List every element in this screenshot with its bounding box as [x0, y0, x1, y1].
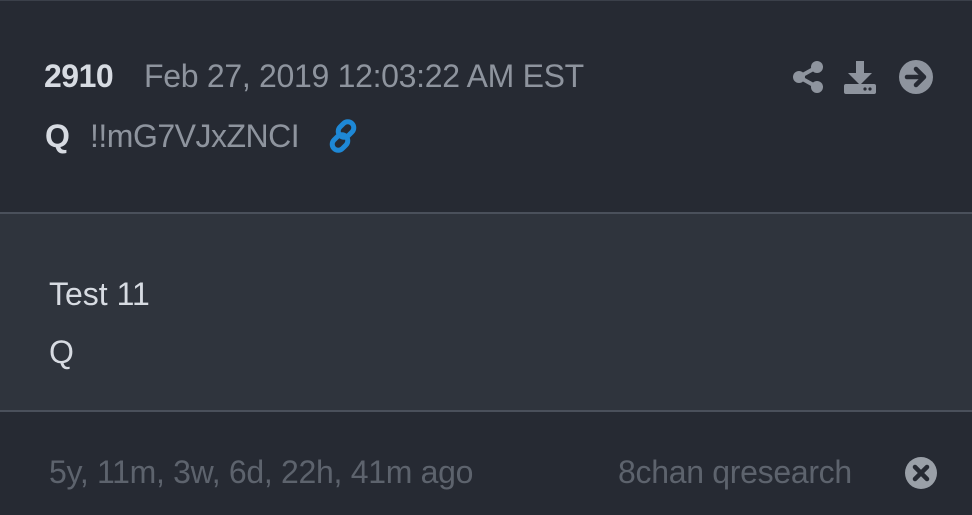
- post-relative-time: 5y, 11m, 3w, 6d, 22h, 41m ago: [49, 454, 474, 490]
- download-icon[interactable]: [842, 59, 878, 95]
- share-icon[interactable]: [790, 59, 826, 95]
- post-header: 2910 Feb 27, 2019 12:03:22 AM EST Q !!mG…: [0, 1, 972, 212]
- post-author: Q: [45, 118, 70, 154]
- post-number[interactable]: 2910: [44, 58, 114, 95]
- post-footer: 5y, 11m, 3w, 6d, 22h, 41m ago 8chan qres…: [0, 412, 972, 515]
- arrow-right-circle-icon[interactable]: [898, 59, 934, 95]
- post-date: Feb 27, 2019 12:03:22 AM EST: [144, 58, 584, 94]
- link-icon[interactable]: [326, 118, 362, 154]
- post-source: 8chan qresearch: [618, 454, 852, 490]
- post-body: Test 11 Q: [0, 214, 972, 410]
- post-card: 2910 Feb 27, 2019 12:03:22 AM EST Q !!mG…: [0, 0, 972, 515]
- post-body-line: Q: [49, 334, 74, 370]
- post-tripcode: !!mG7VJxZNCI: [90, 118, 300, 154]
- post-body-line: Test 11: [49, 276, 150, 312]
- close-circle-icon[interactable]: [904, 456, 938, 490]
